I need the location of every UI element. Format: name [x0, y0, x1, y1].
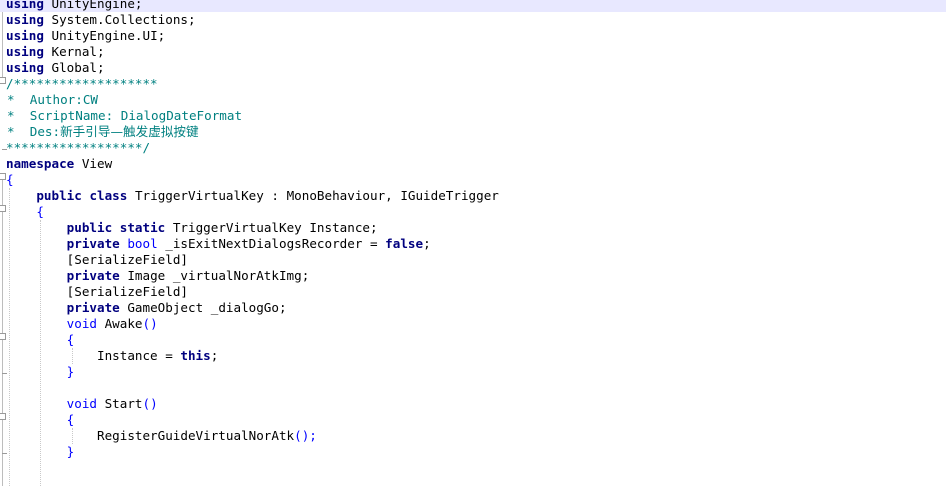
code-line[interactable]: /*******************	[0, 76, 158, 92]
code-token: private	[66, 300, 120, 315]
code-token: View	[74, 156, 113, 171]
code-token: void	[66, 316, 98, 331]
code-line[interactable]: void Awake()	[0, 316, 158, 332]
code-token: {	[36, 204, 44, 219]
code-token: using	[6, 60, 44, 75]
code-line[interactable]: private bool _isExitNextDialogsRecorder …	[0, 236, 431, 252]
code-line[interactable]: RegisterGuideVirtualNorAtk();	[0, 428, 317, 444]
code-token: ;	[423, 236, 431, 251]
code-line[interactable]: using Kernal;	[0, 44, 105, 60]
code-line[interactable]: public class TriggerVirtualKey : MonoBeh…	[0, 188, 499, 204]
code-token: {	[66, 332, 75, 347]
code-token: ;	[210, 348, 219, 363]
code-token: Start	[97, 396, 143, 411]
code-token: _isExitNextDialogsRecorder =	[157, 236, 386, 251]
code-token: using	[6, 0, 44, 11]
code-token: void	[66, 396, 98, 411]
code-line[interactable]: Instance = this;	[0, 348, 218, 364]
code-line[interactable]: * Author:CW	[0, 92, 98, 108]
code-token: ******************/	[6, 140, 151, 155]
code-line[interactable]: {	[0, 172, 14, 188]
code-line[interactable]: using System.Collections;	[0, 12, 196, 28]
code-line[interactable]: private Image _virtualNorAtkImg;	[0, 268, 310, 284]
code-token: System.Collections;	[43, 12, 196, 27]
code-line[interactable]: ******************/	[0, 140, 150, 156]
code-token: public	[36, 188, 82, 203]
code-token: Awake	[97, 316, 143, 331]
code-token: Instance =	[6, 348, 181, 363]
code-line[interactable]: [SerializeField]	[0, 252, 188, 268]
code-token: ();	[294, 428, 317, 443]
code-line[interactable]: {	[0, 204, 44, 220]
code-token: false	[385, 236, 424, 251]
code-token: 新手引导—触发虚拟按键	[60, 124, 199, 139]
code-token: bool	[127, 236, 158, 251]
code-line[interactable]: void Start()	[0, 396, 158, 412]
code-token: GameObject _dialogGo;	[119, 300, 287, 315]
code-token: Image _virtualNorAtkImg;	[119, 268, 310, 283]
code-token: this	[180, 348, 211, 363]
code-line[interactable]: {	[0, 412, 75, 428]
code-token: /*******************	[6, 76, 158, 91]
code-token: TriggerVirtualKey Instance;	[165, 220, 378, 235]
code-token: TriggerVirtualKey : MonoBehaviour, IGuid…	[127, 188, 499, 203]
code-token: {	[66, 412, 75, 427]
code-line[interactable]: using Global;	[0, 60, 105, 76]
code-line[interactable]: namespace View	[0, 156, 112, 172]
code-line[interactable]	[0, 380, 6, 396]
code-line[interactable]: private GameObject _dialogGo;	[0, 300, 287, 316]
code-line[interactable]: {	[0, 332, 75, 348]
code-token: [SerializeField]	[66, 252, 188, 267]
code-token: * Author:CW	[7, 92, 98, 107]
code-token: ()	[142, 396, 158, 411]
code-token: UnityEngine;	[43, 0, 143, 11]
code-token: * ScriptName: DialogDateFormat	[7, 108, 243, 123]
code-token: UnityEngine.UI;	[43, 28, 166, 43]
code-token: private	[66, 236, 120, 251]
code-token: class	[89, 188, 128, 203]
code-editor[interactable]: using UnityEngine; using System.Collectio…	[0, 0, 946, 486]
code-line[interactable]: [SerializeField]	[0, 284, 188, 300]
code-token: public	[66, 220, 113, 235]
code-token: }	[66, 364, 75, 379]
code-line[interactable]: public static TriggerVirtualKey Instance…	[0, 220, 378, 236]
code-token: Global;	[43, 60, 105, 75]
code-token: namespace	[6, 156, 75, 171]
code-token: private	[66, 268, 120, 283]
code-line[interactable]	[0, 460, 6, 476]
code-line[interactable]: using UnityEngine;	[0, 0, 946, 12]
code-token: * Des:	[7, 124, 61, 139]
code-token: [SerializeField]	[66, 284, 188, 299]
code-token: {	[6, 172, 14, 187]
code-token: ()	[142, 316, 158, 331]
code-token: RegisterGuideVirtualNorAtk	[6, 428, 295, 443]
code-line[interactable]: using UnityEngine.UI;	[0, 28, 165, 44]
code-token: using	[6, 12, 44, 27]
code-token: Kernal;	[43, 44, 105, 59]
code-line[interactable]: * ScriptName: DialogDateFormat	[0, 108, 242, 124]
code-line[interactable]: }	[0, 364, 75, 380]
code-line[interactable]: }	[0, 444, 75, 460]
code-line[interactable]: * Des:新手引导—触发虚拟按键	[0, 124, 199, 140]
code-token: static	[119, 220, 166, 235]
code-token: using	[6, 44, 44, 59]
code-token: }	[66, 444, 75, 459]
code-token: using	[6, 28, 44, 43]
